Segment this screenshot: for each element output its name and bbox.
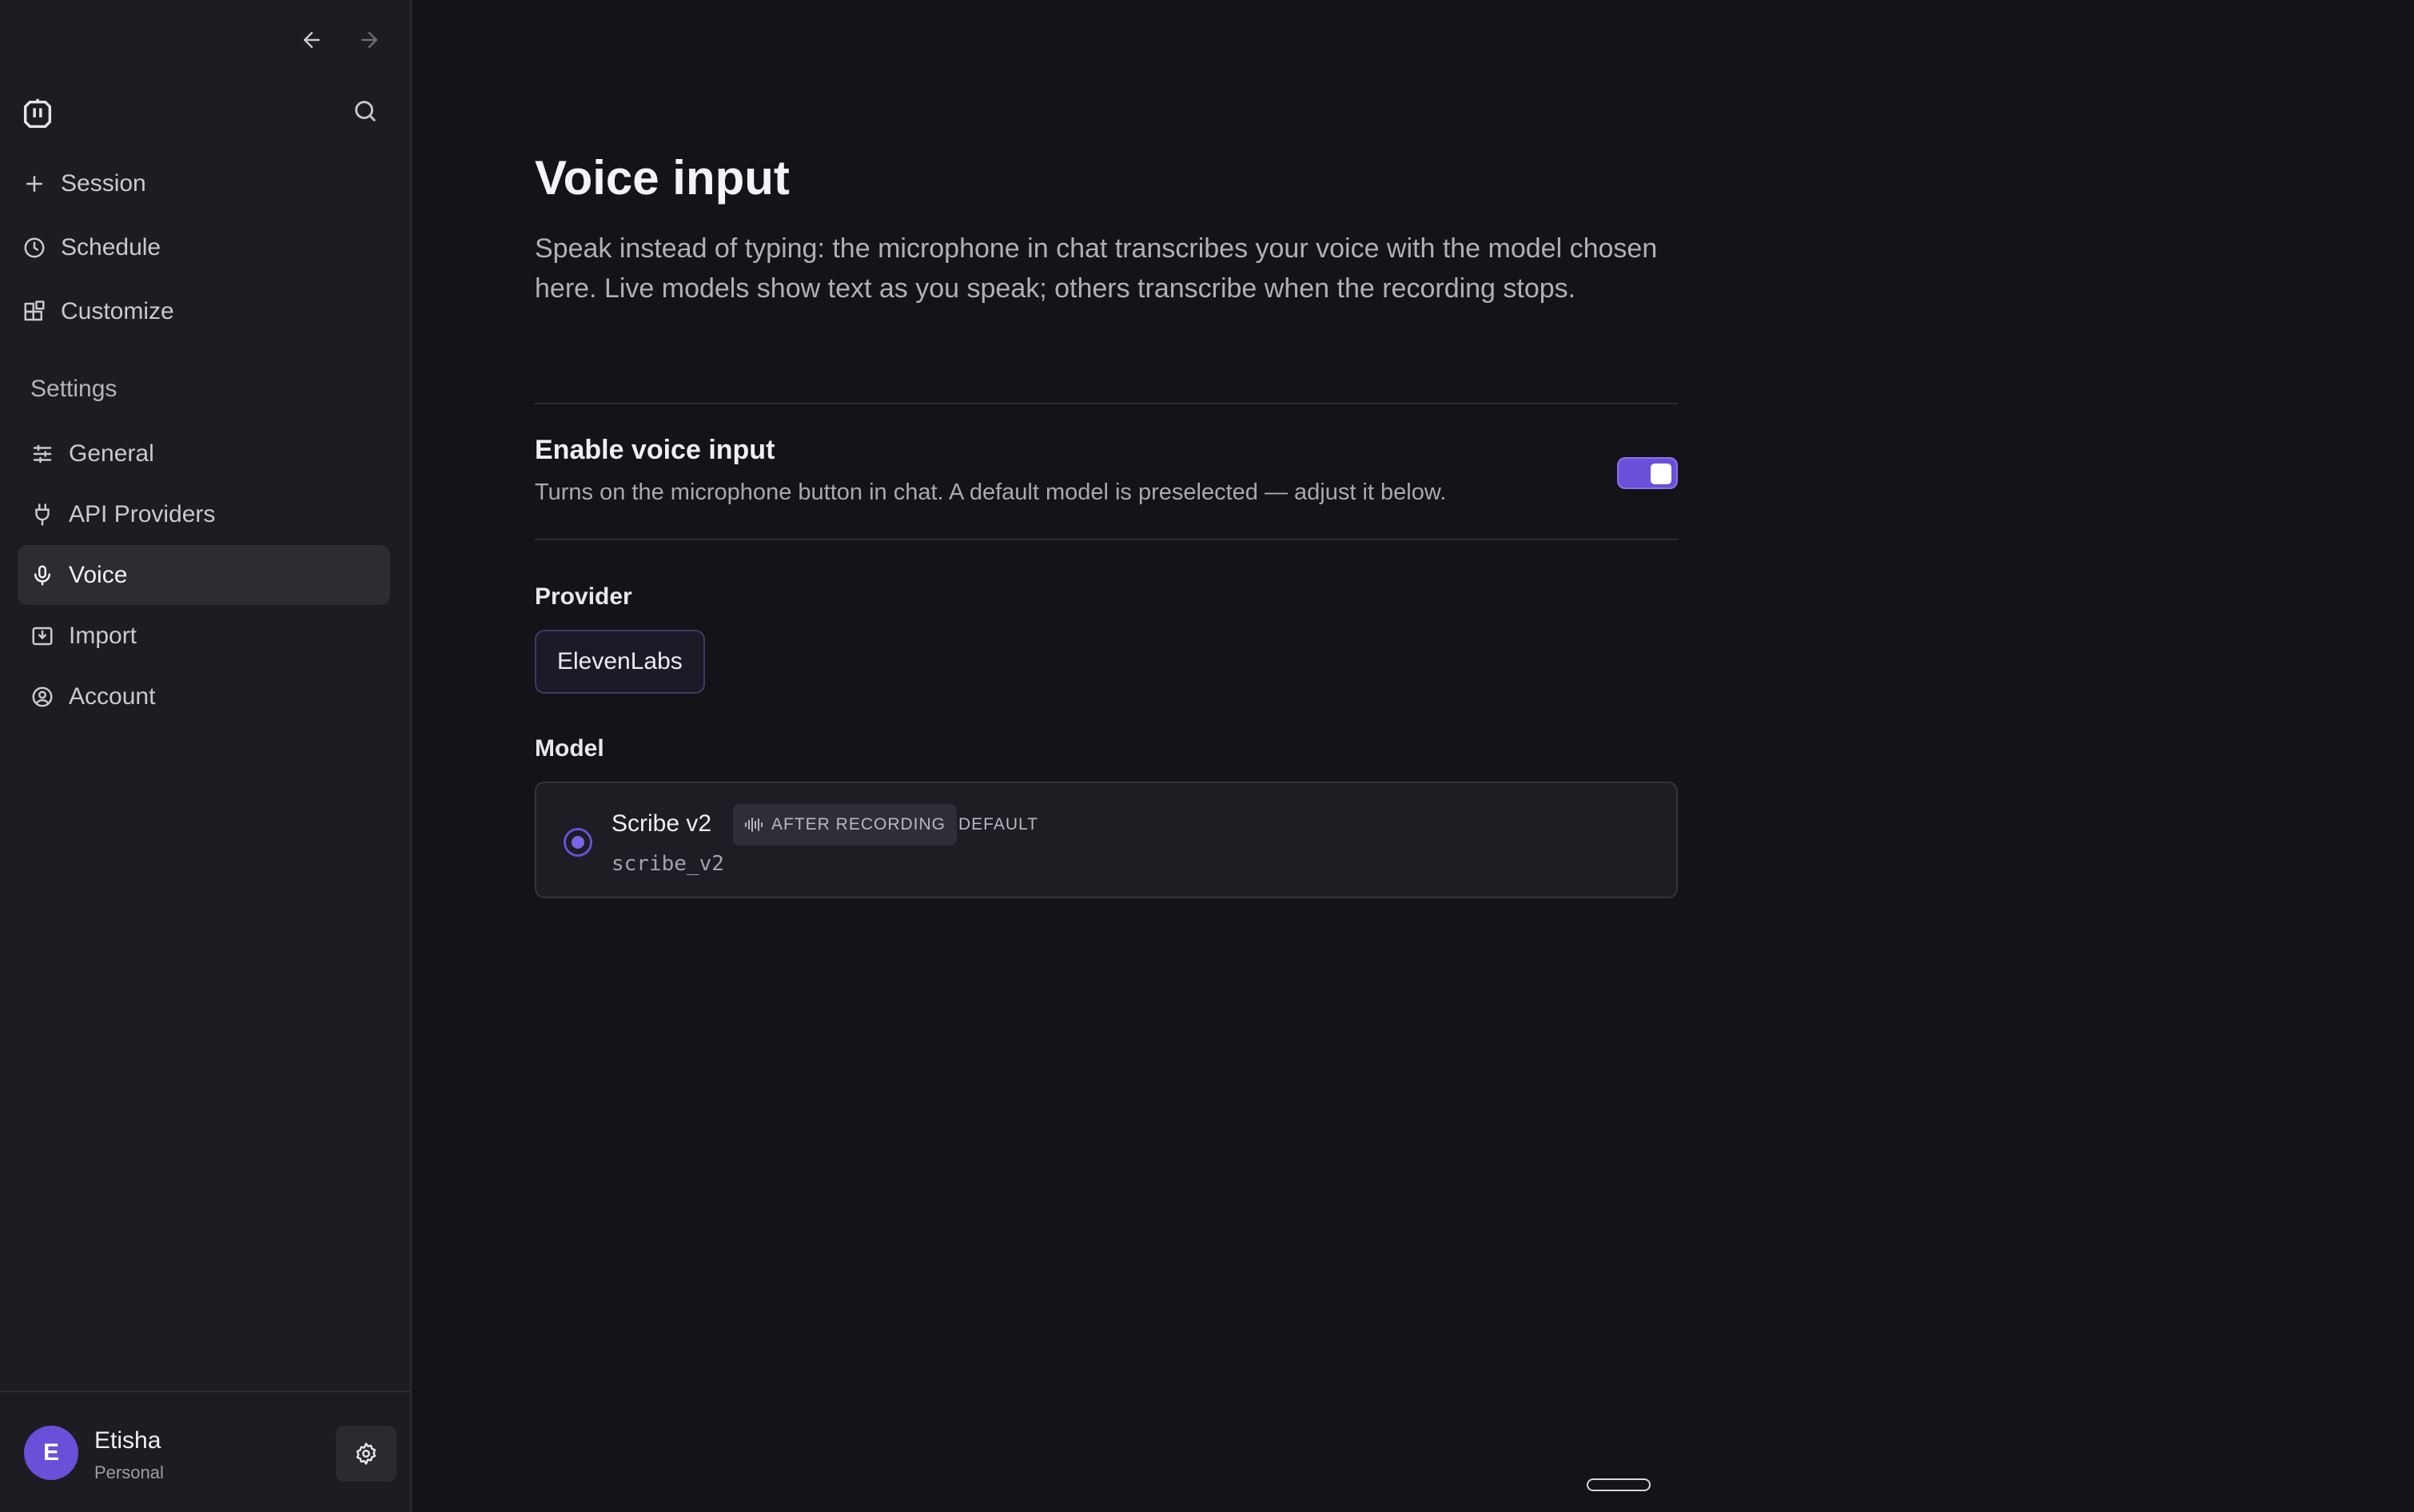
customize-button[interactable]: Customize [19,286,392,337]
user-circle-icon [30,685,54,709]
plug-icon [30,503,54,527]
provider-label: Provider [535,583,632,610]
after-recording-badge: AFTER RECORDING [733,804,958,846]
model-option-scribe-v2[interactable]: Scribe v2 AFTER RECORDING DEFAULT scribe… [535,782,1678,898]
home-indicator[interactable] [1587,1478,1651,1491]
back-arrow-icon[interactable] [294,22,329,58]
blocks-icon [22,300,46,324]
voice-input-toggle[interactable] [1617,457,1678,489]
divider [535,403,1678,404]
search-icon[interactable] [352,97,387,133]
microphone-icon [30,563,54,587]
model-id: scribe_v2 [611,852,724,876]
app-logo-icon [19,96,58,134]
settings-section-label: Settings [30,376,118,402]
user-plan: Personal [94,1462,164,1482]
model-name: Scribe v2 [611,810,712,837]
sidebar-item-general[interactable]: General [18,424,390,483]
user-profile: E Etisha Personal [0,1391,412,1512]
page-description: Speak instead of typing: the microphone … [535,233,1658,304]
badge-label: AFTER RECORDING [771,815,946,834]
schedule-label: Schedule [61,234,161,261]
sidebar-item-label: General [69,440,154,467]
sidebar-item-api-providers[interactable]: API Providers [18,484,390,544]
clock-icon [22,236,46,260]
provider-option-elevenlabs[interactable]: ElevenLabs [535,630,705,694]
sidebar: Session Schedule Customize Settings Gene… [0,0,412,1512]
sidebar-item-voice[interactable]: Voice [18,545,390,605]
default-tag: DEFAULT [958,815,1038,834]
forward-arrow-icon[interactable] [352,22,387,58]
model-radio[interactable] [564,828,592,857]
avatar[interactable]: E [24,1426,78,1480]
toggle-title: Enable voice input [535,435,775,465]
sidebar-item-label: API Providers [69,500,216,527]
gear-icon [354,1442,378,1466]
sidebar-item-label: Voice [69,561,128,588]
schedule-button[interactable]: Schedule [19,222,392,273]
page-title: Voice input [535,151,790,205]
model-label: Model [535,735,604,762]
toggle-description: Turns on the microphone button in chat. … [535,479,1447,505]
customize-label: Customize [61,298,174,324]
main-panel: Voice input Speak instead of typing: the… [413,0,2414,1512]
waveform-icon [744,816,765,834]
sidebar-item-label: Account [69,682,156,710]
settings-button[interactable] [336,1426,396,1482]
sidebar-item-account[interactable]: Account [18,666,390,726]
import-icon [30,624,54,648]
user-name: Etisha [94,1427,161,1454]
sidebar-item-import[interactable]: Import [18,606,390,666]
session-label: Session [61,170,146,197]
sidebar-item-label: Import [69,622,137,649]
divider [535,539,1678,540]
new-session-button[interactable]: Session [19,158,392,209]
sliders-icon [30,442,54,466]
plus-icon [22,172,46,196]
toggle-knob [1651,464,1671,484]
